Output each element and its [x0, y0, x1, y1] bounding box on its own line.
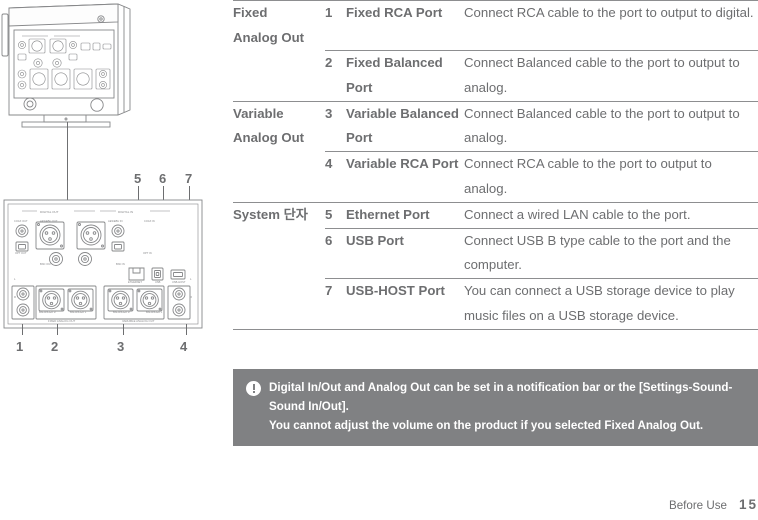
row-number: 2 — [325, 50, 346, 102]
page-footer: Before Use 15 — [669, 497, 758, 512]
table-row: System 단자 5 Ethernet Port Connect a wire… — [233, 201, 758, 229]
row-port-name: Ethernet Port — [346, 201, 464, 229]
note-line-2: You cannot adjust the volume on the prod… — [269, 419, 704, 432]
row-group-line1: System 단자 — [233, 206, 308, 222]
callout-number-7: 7 — [185, 171, 193, 186]
row-number: 6 — [325, 227, 346, 279]
row-group-label: System 단자 — [233, 201, 325, 229]
svg-text:FIXED ANALOG OUT: FIXED ANALOG OUT — [48, 319, 75, 323]
device-perspective-illustration — [0, 0, 136, 128]
port-spec-table: Fixed Analog Out 1 Fixed RCA Port Connec… — [233, 0, 758, 329]
callout-tick-2 — [57, 324, 58, 335]
row-description: Connect Balanced cable to the port to ou… — [464, 50, 758, 102]
callout-tick-1 — [22, 324, 23, 335]
callout-number-3: 3 — [117, 339, 125, 354]
row-description: Connect Balanced cable to the port to ou… — [464, 100, 758, 152]
row-group-label: Variable Analog Out — [233, 100, 325, 152]
row-number: 7 — [325, 278, 346, 329]
svg-text:DIGITAL OUT: DIGITAL OUT — [40, 210, 59, 214]
row-description: You can connect a USB storage device to … — [464, 278, 758, 329]
rear-panel-detail-illustration: DIGITAL OUT DIGITAL IN COAX OUT AES/EBU … — [0, 198, 206, 334]
exclamation-icon — [246, 381, 261, 396]
row-group-label — [233, 51, 325, 102]
callout-tick-3 — [123, 324, 124, 335]
row-number: 1 — [325, 0, 346, 51]
row-port-name: Variable RCA Port — [346, 151, 464, 203]
table-bottom-rule — [233, 328, 758, 330]
content-column: Fixed Analog Out 1 Fixed RCA Port Connec… — [233, 0, 758, 520]
row-port-name: Fixed RCA Port — [346, 0, 464, 51]
callout-number-4: 4 — [180, 339, 188, 354]
row-description: Connect a wired LAN cable to the port. — [464, 201, 758, 229]
footer-section-label: Before Use — [668, 499, 727, 512]
callout-number-6: 6 — [159, 171, 167, 186]
svg-text:AES/EBU IN: AES/EBU IN — [108, 219, 123, 223]
row-group-label — [233, 279, 325, 329]
svg-text:BNC IN: BNC IN — [116, 262, 125, 266]
table-row: 4 Variable RCA Port Connect RCA cable to… — [233, 151, 758, 203]
svg-text:OPT IN: OPT IN — [143, 251, 152, 255]
table-row: 2 Fixed Balanced Port Connect Balanced c… — [233, 50, 758, 102]
svg-text:DIGITAL IN: DIGITAL IN — [118, 210, 133, 214]
table-row: Fixed Analog Out 1 Fixed RCA Port Connec… — [233, 0, 758, 51]
row-description: Connect RCA cable to the port to output … — [464, 151, 758, 203]
row-group-line1: Fixed — [233, 5, 268, 20]
row-description: Connect USB B type cable to the port and… — [464, 227, 758, 279]
row-group-label — [233, 228, 325, 279]
svg-text:VARIABLE ANALOG OUT: VARIABLE ANALOG OUT — [122, 319, 155, 323]
svg-text:COAX IN: COAX IN — [144, 219, 155, 223]
port-spec-table-body: Fixed Analog Out 1 Fixed RCA Port Connec… — [233, 0, 758, 329]
callout-leader-line — [67, 122, 68, 200]
note-line-1: Digital In/Out and Analog Out can be set… — [269, 381, 733, 413]
callout-number-5: 5 — [134, 171, 142, 186]
row-port-name: Variable Balanced Port — [346, 100, 464, 152]
svg-text:COAX OUT: COAX OUT — [14, 219, 28, 223]
row-port-name: Fixed Balanced Port — [346, 50, 464, 102]
row-group-label: Fixed Analog Out — [233, 0, 325, 51]
callout-number-1: 1 — [16, 339, 24, 354]
callout-number-2: 2 — [51, 339, 59, 354]
note-text: Digital In/Out and Analog Out can be set… — [269, 378, 748, 435]
table-row: 6 USB Port Connect USB B type cable to t… — [233, 227, 758, 279]
row-number: 3 — [325, 100, 346, 152]
row-group-label — [233, 152, 325, 203]
row-group-line2: Analog Out — [233, 29, 305, 45]
note-box: Digital In/Out and Analog Out can be set… — [233, 369, 758, 446]
svg-text:USB: USB — [155, 280, 161, 284]
row-number: 4 — [325, 151, 346, 203]
row-port-name: USB Port — [346, 227, 464, 279]
table-row: Variable Analog Out 3 Variable Balanced … — [233, 100, 758, 152]
svg-text:OPT OUT: OPT OUT — [15, 251, 27, 255]
row-port-name: USB-HOST Port — [346, 278, 464, 329]
row-number: 5 — [325, 201, 346, 229]
footer-page-number: 15 — [738, 497, 758, 512]
row-group-line1: Variable — [233, 105, 284, 121]
device-illustration-panel: 5 6 7 DIGITAL OUT DIGITAL IN COAX OUT AE… — [0, 0, 228, 520]
svg-text:ETHERNET: ETHERNET — [128, 280, 142, 284]
svg-text:R: R — [14, 295, 16, 299]
svg-text:USB-HOST: USB-HOST — [172, 280, 186, 284]
row-group-line2: Analog Out — [233, 130, 305, 146]
callout-tick-4 — [186, 324, 187, 335]
row-description: Connect RCA cable to the port to output … — [464, 0, 758, 51]
table-row: 7 USB-HOST Port You can connect a USB st… — [233, 278, 758, 329]
